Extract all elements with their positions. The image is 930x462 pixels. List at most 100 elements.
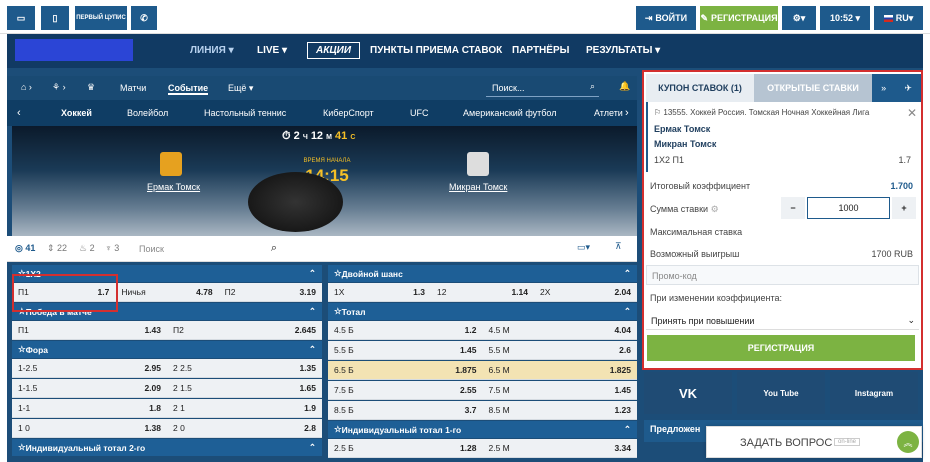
odds-value[interactable]: 1.45 — [328, 345, 477, 355]
promo-code-input[interactable]: Промо-код — [646, 265, 919, 285]
odds-value[interactable]: 1.28 — [328, 443, 477, 453]
odds-value[interactable]: 3.19 — [219, 287, 316, 297]
market-header[interactable]: ☆ Двойной шанс ⌃ — [328, 265, 637, 282]
team2-name[interactable]: Микран Томск — [449, 182, 507, 192]
star-icon[interactable]: ☆ — [334, 268, 342, 279]
odds-value[interactable]: 1.43 — [12, 325, 161, 335]
tab-open-bets[interactable]: ОТКРЫТЫЕ СТАВКИ — [754, 74, 872, 102]
sport-esports[interactable]: КиберСпорт — [323, 108, 374, 118]
stake-increase-button[interactable]: + — [892, 197, 916, 219]
trophy-icon[interactable]: ♛ — [87, 82, 95, 93]
collapse-icon[interactable]: ⌃ — [309, 268, 316, 279]
time-display[interactable]: 10:52 ▾ — [820, 6, 870, 30]
sport-table-tennis[interactable]: Настольный теннис — [204, 108, 286, 118]
logo[interactable] — [15, 39, 133, 61]
mobile-icon[interactable]: ▯ — [41, 6, 69, 30]
odds-value[interactable]: 1.38 — [12, 423, 161, 433]
settings-icon[interactable]: ⚙▾ — [782, 6, 816, 30]
expand-icon[interactable]: » — [881, 83, 886, 93]
odds-value[interactable]: 2.6 — [483, 345, 631, 355]
odds-value[interactable]: 1.875 — [328, 365, 476, 375]
star-icon[interactable]: ☆ — [18, 442, 26, 453]
odds-value[interactable]: 2.645 — [167, 325, 316, 335]
odds-value[interactable]: 1.35 — [167, 363, 316, 373]
stake-decrease-button[interactable]: − — [781, 197, 805, 219]
market-header[interactable]: ☆ Тотал ⌃ — [328, 303, 637, 320]
chevron-up-icon[interactable]: ︽ — [897, 431, 919, 453]
tab-more[interactable]: Ещё ▾ — [228, 83, 253, 94]
odds-value[interactable]: 1.14 — [431, 287, 528, 297]
collapse-icon[interactable]: ⊼ — [615, 241, 622, 252]
market-header[interactable]: ☆ Индивидуальный тотал 1-го ⌃ — [328, 421, 637, 438]
odds-value[interactable]: 1.3 — [328, 287, 425, 297]
odds-value[interactable]: 4.78 — [115, 287, 213, 297]
collapse-icon[interactable]: ⌃ — [624, 306, 631, 317]
collapse-icon[interactable]: ⌃ — [624, 268, 631, 279]
hockey-stick-icon[interactable]: ⚘ › — [52, 82, 66, 93]
tab-matches[interactable]: Матчи — [120, 83, 146, 93]
odds-value[interactable]: 1.23 — [483, 405, 631, 415]
nav-partners[interactable]: ПАРТНЁРЫ — [512, 45, 569, 56]
market-header[interactable]: ☆ Индивидуальный тотал 2-го ⌃ — [12, 439, 322, 456]
language-select[interactable]: RU ▾ — [874, 6, 923, 30]
sport-american-football[interactable]: Американский футбол — [463, 108, 556, 118]
sport-athletics[interactable]: Атлети — [594, 108, 623, 118]
collapse-icon[interactable]: ⌃ — [309, 344, 316, 355]
odds-value[interactable]: 1.65 — [167, 383, 316, 393]
star-icon[interactable]: ☆ — [18, 344, 26, 355]
instagram-icon[interactable]: Instagram — [830, 372, 918, 414]
odds-change-select[interactable]: Принять при повышении ⌄ — [646, 310, 919, 330]
collapse-icon[interactable]: ⌃ — [309, 442, 316, 453]
filter-fav[interactable]: ♆ 3 — [105, 243, 119, 253]
nav-promotions[interactable]: АКЦИИ — [307, 42, 361, 59]
odds-value[interactable]: 3.34 — [483, 443, 631, 453]
login-button[interactable]: ⇥ ВОЙТИ — [636, 6, 696, 30]
star-icon[interactable]: ☆ — [334, 424, 342, 435]
register-button[interactable]: ✎ РЕГИСТРАЦИЯ — [700, 6, 778, 30]
odds-value[interactable]: 1.2 — [328, 325, 477, 335]
layout-icon[interactable]: ▭▾ — [577, 242, 590, 253]
odds-value[interactable]: 1.8 — [12, 403, 161, 413]
vk-icon[interactable]: VK — [644, 372, 732, 414]
odds-value[interactable]: 2.95 — [12, 363, 161, 373]
odds-value[interactable]: 2.09 — [12, 383, 161, 393]
sport-hockey[interactable]: Хоккей — [61, 108, 92, 118]
odds-value[interactable]: 1.825 — [483, 365, 631, 375]
pervy-kupis-logo[interactable]: ПЕРВЫЙ ЦУПИС — [75, 6, 127, 30]
nav-betting-points[interactable]: ПУНКТЫ ПРИЕМА СТАВОК — [370, 45, 502, 56]
nav-live[interactable]: LIVE ▾ — [257, 45, 287, 56]
ask-question-widget[interactable]: ЗАДАТЬ ВОПРОС on-line ︽ — [706, 426, 922, 458]
odds-value[interactable]: 2.55 — [328, 385, 477, 395]
filter-all[interactable]: ◎ 41 — [15, 243, 35, 254]
pin-icon[interactable]: ✈ — [904, 83, 912, 94]
phone-icon[interactable]: ✆ — [131, 6, 157, 30]
home-icon[interactable]: ⌂ › — [21, 82, 32, 92]
search-input[interactable]: Поиск... ⌕ — [486, 79, 599, 97]
nav-line[interactable]: ЛИНИЯ ▾ — [190, 45, 234, 56]
scroll-left-icon[interactable]: ‹ — [17, 107, 21, 119]
desktop-icon[interactable]: ▭ — [7, 6, 35, 30]
filter-sorted[interactable]: ⇕ 22 — [47, 243, 67, 254]
star-icon[interactable]: ☆ — [334, 306, 342, 317]
odds-value[interactable]: 1.9 — [167, 403, 316, 413]
odds-value[interactable]: 2.8 — [167, 423, 316, 433]
youtube-icon[interactable]: You Tube — [737, 372, 825, 414]
odds-value[interactable]: 3.7 — [328, 405, 477, 415]
coupon-register-button[interactable]: РЕГИСТРАЦИЯ — [647, 335, 915, 361]
team1-name[interactable]: Ермак Томск — [147, 182, 200, 192]
nav-results[interactable]: РЕЗУЛЬТАТЫ ▾ — [586, 45, 660, 56]
tab-coupon[interactable]: КУПОН СТАВОК (1) — [646, 74, 754, 102]
odds-value[interactable]: 4.04 — [483, 325, 631, 335]
odds-value[interactable]: 1.45 — [483, 385, 631, 395]
sport-volleyball[interactable]: Волейбол — [127, 108, 168, 118]
collapse-icon[interactable]: ⌃ — [624, 424, 631, 435]
market-search-input[interactable]: Поиск ⌕ — [135, 239, 281, 259]
sport-ufc[interactable]: UFC — [410, 108, 429, 118]
collapse-icon[interactable]: ⌃ — [309, 306, 316, 317]
odds-value[interactable]: 2.04 — [534, 287, 631, 297]
bell-icon[interactable]: 🔔 — [619, 81, 630, 92]
tab-event[interactable]: Событие — [168, 83, 209, 95]
market-header[interactable]: ☆ Фора ⌃ — [12, 341, 322, 358]
filter-hot[interactable]: ♨ 2 — [79, 243, 95, 254]
stake-input[interactable]: 1000 — [807, 197, 890, 219]
